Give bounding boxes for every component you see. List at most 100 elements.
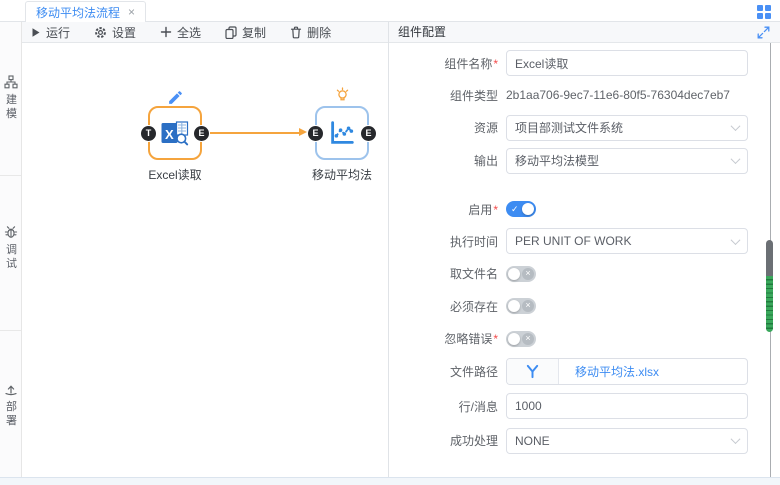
field-enabled: 启用* ✓ xyxy=(389,193,780,225)
field-component-name: 组件名称* xyxy=(389,47,780,79)
apps-grid-icon[interactable] xyxy=(757,5,772,20)
trash-icon xyxy=(290,26,302,39)
sitemap-icon xyxy=(4,75,18,89)
app-window: 移动平均法流程 × 运行 设置 全选 复制 xyxy=(0,0,780,485)
edge-connector[interactable] xyxy=(210,132,300,134)
select-all-label: 全选 xyxy=(177,24,201,41)
field-label: 文件路径 xyxy=(450,365,498,379)
node-label-moving-average: 移动平均法 xyxy=(292,166,392,183)
panel-title: 组件配置 xyxy=(398,22,446,42)
settings-button[interactable]: 设置 xyxy=(94,24,136,41)
sidebar-label-debug: 调试 xyxy=(5,243,18,271)
cross-icon: × xyxy=(522,333,534,345)
select-all-button[interactable]: 全选 xyxy=(160,24,201,41)
field-label: 组件类型 xyxy=(450,89,498,103)
chevron-down-icon xyxy=(731,235,741,245)
tab-bar: 移动平均法流程 × xyxy=(0,0,780,22)
sidebar-item-deploy[interactable]: 部署 xyxy=(0,382,21,448)
output-select[interactable]: 移动平均法模型 xyxy=(506,148,748,174)
port-input-e[interactable]: E xyxy=(308,126,323,141)
panel-divider xyxy=(388,22,389,477)
success-handling-select[interactable]: NONE xyxy=(506,428,748,454)
resource-value: 项目部测试文件系统 xyxy=(515,119,623,136)
delete-label: 删除 xyxy=(307,24,331,41)
lightbulb-icon xyxy=(334,87,351,104)
scrollbar-progress-stripes xyxy=(766,276,773,332)
tab-title: 移动平均法流程 xyxy=(36,4,120,21)
must-exist-toggle[interactable]: × xyxy=(506,298,536,314)
sidebar-label-deploy: 部署 xyxy=(5,400,18,428)
get-filename-toggle[interactable]: × xyxy=(506,266,536,282)
field-label: 组件名称 xyxy=(444,57,492,71)
resource-select[interactable]: 项目部测试文件系统 xyxy=(506,115,748,141)
tab-flow[interactable]: 移动平均法流程 × xyxy=(25,1,146,22)
toggle-knob xyxy=(508,268,520,280)
exec-time-value: PER UNIT OF WORK xyxy=(515,234,631,248)
cross-icon: × xyxy=(522,300,534,312)
field-label: 输出 xyxy=(474,154,498,168)
gear-icon xyxy=(94,26,107,39)
field-label: 成功处理 xyxy=(450,434,498,448)
rows-per-message-input[interactable] xyxy=(506,393,748,419)
output-value: 移动平均法模型 xyxy=(515,152,599,169)
required-mark: * xyxy=(493,203,498,217)
variable-branch-icon[interactable] xyxy=(507,359,559,384)
edit-pencil-icon xyxy=(167,89,184,106)
check-icon: ✓ xyxy=(511,202,519,216)
toggle-knob xyxy=(508,333,520,345)
field-get-filename: 取文件名 × xyxy=(389,257,780,290)
toolbar: 运行 设置 全选 复制 删除 xyxy=(30,22,331,42)
field-label: 资源 xyxy=(474,121,498,135)
run-label: 运行 xyxy=(46,24,70,41)
play-icon xyxy=(30,27,41,38)
field-output: 输出 移动平均法模型 xyxy=(389,144,780,177)
excel-read-icon: X xyxy=(160,118,190,148)
left-sidebar: 建模 调试 部署 xyxy=(0,22,22,477)
field-component-type: 组件类型 2b1aa706-9ec7-11e6-80f5-76304dec7eb… xyxy=(389,79,780,111)
delete-button[interactable]: 删除 xyxy=(290,24,331,41)
node-label-excel: Excel读取 xyxy=(125,166,225,183)
field-ignore-errors: 忽略错误* × xyxy=(389,322,780,355)
toggle-knob xyxy=(522,203,534,215)
field-resource: 资源 项目部测试文件系统 xyxy=(389,111,780,144)
toolbar-strip: 运行 设置 全选 复制 删除 组件配置 xyxy=(22,22,780,43)
field-label: 启用 xyxy=(468,203,492,217)
expand-panel-icon[interactable] xyxy=(757,26,770,39)
field-label: 执行时间 xyxy=(450,235,498,249)
toggle-knob xyxy=(508,300,520,312)
field-label: 取文件名 xyxy=(450,267,498,281)
port-output-e2[interactable]: E xyxy=(361,126,376,141)
file-path-link[interactable]: 移动平均法.xlsx xyxy=(559,359,659,384)
copy-button[interactable]: 复制 xyxy=(225,24,266,41)
port-output-e[interactable]: E xyxy=(194,126,209,141)
section-gap xyxy=(389,177,780,193)
required-mark: * xyxy=(493,332,498,346)
sidebar-item-debug[interactable]: 调试 xyxy=(0,225,21,291)
chevron-down-icon xyxy=(731,434,741,444)
port-input-t[interactable]: T xyxy=(141,126,156,141)
field-exec-time: 执行时间 PER UNIT OF WORK xyxy=(389,225,780,257)
tab-close-icon[interactable]: × xyxy=(128,5,135,19)
file-path-field[interactable]: 移动平均法.xlsx xyxy=(506,358,748,385)
field-label: 行/消息 xyxy=(459,400,498,414)
bug-icon xyxy=(4,225,18,239)
flow-canvas[interactable]: X T E Excel读取 E E 移动平均法 xyxy=(22,43,388,477)
sidebar-label-modeling: 建模 xyxy=(5,93,18,121)
edge-arrowhead-icon xyxy=(299,128,307,136)
run-button[interactable]: 运行 xyxy=(30,24,70,41)
bottom-scrollbar-area[interactable] xyxy=(0,477,780,485)
settings-label: 设置 xyxy=(112,24,136,41)
copy-label: 复制 xyxy=(242,24,266,41)
sidebar-item-modeling[interactable]: 建模 xyxy=(0,75,21,141)
sidebar-divider xyxy=(0,330,21,331)
scrollbar-thumb[interactable] xyxy=(766,240,773,332)
ignore-errors-toggle[interactable]: × xyxy=(506,331,536,347)
field-label: 必须存在 xyxy=(450,300,498,314)
component-config-panel: 组件名称* 组件类型 2b1aa706-9ec7-11e6-80f5-76304… xyxy=(389,43,780,477)
component-name-input[interactable] xyxy=(506,50,748,76)
enabled-toggle[interactable]: ✓ xyxy=(506,201,536,217)
required-mark: * xyxy=(493,57,498,71)
success-handling-value: NONE xyxy=(515,434,550,448)
chevron-down-icon xyxy=(731,121,741,131)
exec-time-select[interactable]: PER UNIT OF WORK xyxy=(506,228,748,254)
